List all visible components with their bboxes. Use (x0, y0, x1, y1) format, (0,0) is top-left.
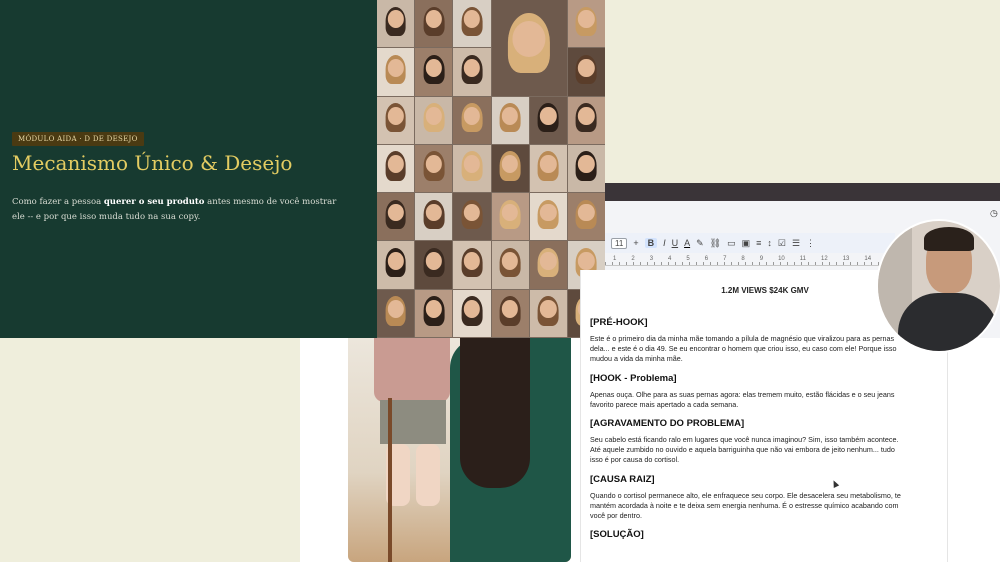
section-heading: [AGRAVAMENTO DO PROBLEMA] (590, 418, 745, 430)
video-thumbnail (453, 0, 491, 48)
font-size-field[interactable]: 11 (611, 237, 628, 249)
ruler-mark: 10 (778, 256, 785, 262)
ruler-mark: 13 (842, 256, 850, 262)
ruler-mark: 11 (799, 256, 807, 262)
doc-ruler: 1 2 3 4 5 6 7 8 9 10 11 12 13 14 (605, 256, 895, 266)
doc-toolbar: 11 + B I U A ✎ ⛓ ▭ ▣ ≡ ↕ ☑ ☰ ⋮ (605, 233, 895, 253)
italic-button[interactable]: I (663, 238, 666, 248)
desc-pre: Como fazer a pessoa (12, 197, 104, 207)
numbered-list-icon[interactable]: ⋮ (806, 238, 815, 249)
line-spacing-icon[interactable]: ↕ (767, 238, 772, 248)
ruler-mark: 8 (741, 256, 745, 262)
video-thumbnail (529, 144, 567, 193)
video-thumbnail (377, 48, 415, 96)
video-thumbnail (567, 144, 605, 193)
video-thumbnail (377, 289, 415, 337)
text-color-button[interactable]: A (684, 238, 690, 248)
doc-top-line: 1.2M VIEWS $24K GMV (721, 286, 809, 295)
video-thumbnail (491, 144, 529, 193)
cane (388, 398, 392, 562)
video-thumbnail (415, 0, 453, 48)
video-thumbnail (415, 48, 453, 96)
module-badge: MÓDULO AIDA · D DE DESEJO (12, 132, 144, 146)
document-text[interactable]: 1.2M VIEWS $24K GMV [PRÉ-HOOK] Este é o p… (590, 286, 908, 546)
underline-button[interactable]: U (672, 238, 679, 248)
slide-panel: MÓDULO AIDA · D DE DESEJO Mecanismo Únic… (0, 0, 377, 338)
video-thumbnail (453, 193, 491, 241)
video-thumbnail (567, 48, 605, 96)
ruler-mark: 1 (613, 256, 617, 262)
ruler-mark: 4 (668, 256, 672, 262)
video-thumbnail (453, 48, 491, 96)
video-thumbnail (377, 0, 415, 48)
highlight-icon[interactable]: ✎ (696, 238, 704, 249)
video-thumbnail (491, 241, 529, 289)
ruler-mark: 6 (704, 256, 709, 262)
webcam-overlay (876, 219, 1000, 353)
video-thumbnail (453, 289, 491, 337)
right-leg (416, 444, 440, 506)
video-thumbnail (377, 193, 415, 241)
video-thumbnail (377, 241, 415, 289)
section-body: Seu cabelo está ficando ralo em lugares … (590, 435, 899, 465)
video-thumbnail (453, 96, 491, 144)
section-body: Este é o primeiro dia da minha mãe toman… (590, 334, 897, 364)
bold-button[interactable]: B (644, 238, 658, 248)
video-preview (348, 338, 571, 562)
presenter-body (898, 293, 998, 351)
video-thumbnail (415, 241, 453, 289)
pink-shirt (374, 338, 450, 402)
video-thumbnail (377, 144, 415, 193)
ruler-mark: 7 (723, 256, 727, 262)
ruler-mark: 2 (631, 256, 635, 262)
bullet-list-icon[interactable]: ☰ (792, 238, 800, 249)
video-thumbnail (529, 96, 567, 144)
section-heading: [SOLUÇÃO] (590, 529, 644, 541)
comment-icon[interactable]: ▭ (727, 238, 736, 249)
ruler-mark: 5 (686, 256, 690, 262)
video-thumbnail (453, 241, 491, 289)
section-body: Apenas ouça. Olhe para as suas pernas ag… (590, 389, 895, 409)
ruler-mark: 3 (649, 256, 654, 262)
video-thumbnail (491, 193, 529, 241)
long-hair (460, 338, 530, 488)
checklist-icon[interactable]: ☑ (778, 238, 786, 249)
person-with-cane (360, 338, 460, 562)
video-thumbnail (415, 193, 453, 241)
video-thumbnail (567, 0, 605, 48)
slide-description: Como fazer a pessoa querer o seu produto… (12, 195, 347, 225)
ruler-mark: 12 (821, 256, 828, 262)
video-thumbnail (491, 289, 529, 337)
slide-title: Mecanismo Único & Desejo (12, 151, 293, 175)
video-thumbnail (529, 193, 567, 241)
video-thumbnail (529, 241, 567, 289)
align-icon[interactable]: ≡ (756, 238, 761, 248)
image-icon[interactable]: ▣ (742, 238, 751, 249)
video-thumbnail (377, 96, 415, 144)
section-body: Quando o cortisol permanece alto, ele en… (590, 490, 901, 521)
ruler-mark: 14 (864, 256, 872, 262)
ruler-mark: 9 (759, 256, 764, 262)
document-titlebar (605, 183, 1000, 201)
video-collage (377, 0, 605, 338)
desc-bold: querer o seu produto (103, 197, 205, 207)
video-thumbnail (415, 144, 453, 193)
section-heading: [CAUSA RAIZ] (590, 473, 655, 485)
presenter-hair (924, 227, 974, 251)
video-thumbnail (567, 96, 605, 144)
link-icon[interactable]: ⛓ (710, 238, 721, 249)
video-thumbnail (415, 289, 453, 337)
section-heading: [HOOK - Problema] (590, 372, 677, 384)
history-icon[interactable]: ◷ (990, 208, 998, 219)
section-heading: [PRÉ-HOOK] (590, 317, 648, 328)
video-thumbnail (453, 144, 491, 193)
video-thumbnail (491, 96, 529, 144)
video-thumbnail (415, 96, 453, 144)
video-thumbnail (567, 193, 605, 241)
font-size-plus-button[interactable]: + (633, 238, 638, 248)
video-thumbnail (491, 0, 567, 96)
video-thumbnail (529, 289, 567, 337)
